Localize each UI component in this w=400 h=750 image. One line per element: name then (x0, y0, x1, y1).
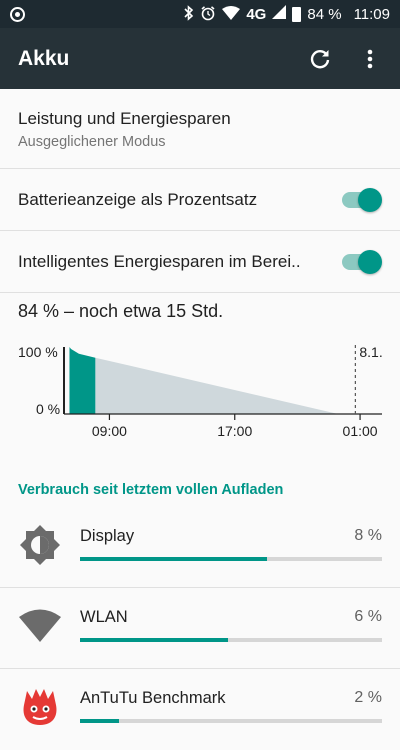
battery-percent-label: 84 % (307, 5, 342, 23)
end-marker-label: 8.1. (359, 344, 382, 360)
usage-item-percent: 2 % (354, 689, 382, 706)
usage-item-percent: 6 % (354, 608, 382, 625)
battery-icon (292, 6, 302, 22)
battery-chart-svg: 100 % 0 % 8.1. 09:00 17:00 01:00 (18, 344, 383, 439)
usage-item-display[interactable]: Display 8 % (0, 507, 400, 588)
cell-signal-icon (272, 5, 287, 23)
antutu-app-icon (18, 685, 62, 729)
x-tick-label: 09:00 (92, 423, 127, 439)
usage-item-bar (80, 557, 382, 561)
battery-percent-preference[interactable]: Batterieanzeige als Prozentsatz (0, 169, 400, 231)
bluetooth-icon (184, 4, 194, 24)
alarm-icon (200, 5, 216, 24)
usage-item-wlan[interactable]: WLAN 6 % (0, 588, 400, 669)
smart-saving-toggle[interactable] (342, 249, 382, 274)
usage-item-bar-fill (80, 638, 228, 642)
more-vertical-icon[interactable] (358, 47, 382, 71)
status-bar: 4G 84 % 11:09 (0, 0, 400, 28)
x-tick-label: 01:00 (343, 423, 378, 439)
chrome-notification-icon (10, 6, 25, 22)
wifi-status-icon (222, 5, 241, 23)
battery-history-chart[interactable]: 100 % 0 % 8.1. 09:00 17:00 01:00 (0, 323, 400, 473)
smart-saving-label: Intelligentes Energiesparen im Berei.. (18, 251, 301, 271)
usage-item-bar-fill (80, 557, 268, 561)
usage-item-antutu[interactable]: AnTuTu Benchmark 2 % (0, 669, 400, 750)
battery-percent-label: Batterieanzeige als Prozentsatz (18, 189, 258, 209)
battery-percent-toggle[interactable] (342, 187, 382, 212)
usage-item-name: Display (80, 527, 135, 545)
usage-item-name: AnTuTu Benchmark (80, 689, 226, 707)
power-mode-summary: Ausgeglichener Modus (18, 134, 166, 150)
network-type-label: 4G (246, 5, 267, 23)
brightness-icon (18, 523, 62, 567)
projection-area (95, 357, 339, 414)
usage-item-bar (80, 638, 382, 642)
page-title: Akku (18, 46, 70, 70)
status-bar-left (10, 6, 25, 22)
usage-item-bar (80, 719, 382, 723)
status-bar-right: 4G 84 % 11:09 (184, 4, 390, 24)
toolbar-actions (308, 47, 382, 71)
usage-list: Display 8 % WLAN 6 % AnTuTu Benchmark 2 … (0, 507, 400, 750)
battery-settings-content: Leistung und Energiesparen Ausgeglichene… (0, 89, 400, 750)
smart-saving-preference[interactable]: Intelligentes Energiesparen im Berei.. (0, 231, 400, 293)
refresh-icon[interactable] (308, 47, 332, 71)
battery-summary: 84 % – noch etwa 15 Std. (18, 301, 224, 321)
y-tick-label-max: 100 % (18, 344, 58, 360)
power-mode-preference[interactable]: Leistung und Energiesparen Ausgeglichene… (0, 89, 400, 169)
x-tick-label: 17:00 (217, 423, 252, 439)
power-mode-title: Leistung und Energiesparen (18, 109, 231, 128)
clock-label: 11:09 (353, 5, 390, 23)
usage-item-percent: 8 % (354, 527, 382, 544)
x-ticks: 09:00 17:00 01:00 (92, 414, 378, 439)
usage-section-header: Verbrauch seit letztem vollen Aufladen (18, 482, 284, 498)
history-area (69, 347, 96, 414)
usage-item-bar-fill (80, 719, 120, 723)
wifi-icon (18, 604, 62, 648)
usage-item-name: WLAN (80, 608, 128, 626)
y-tick-label-min: 0 % (36, 401, 60, 417)
app-toolbar: Akku (0, 28, 400, 89)
